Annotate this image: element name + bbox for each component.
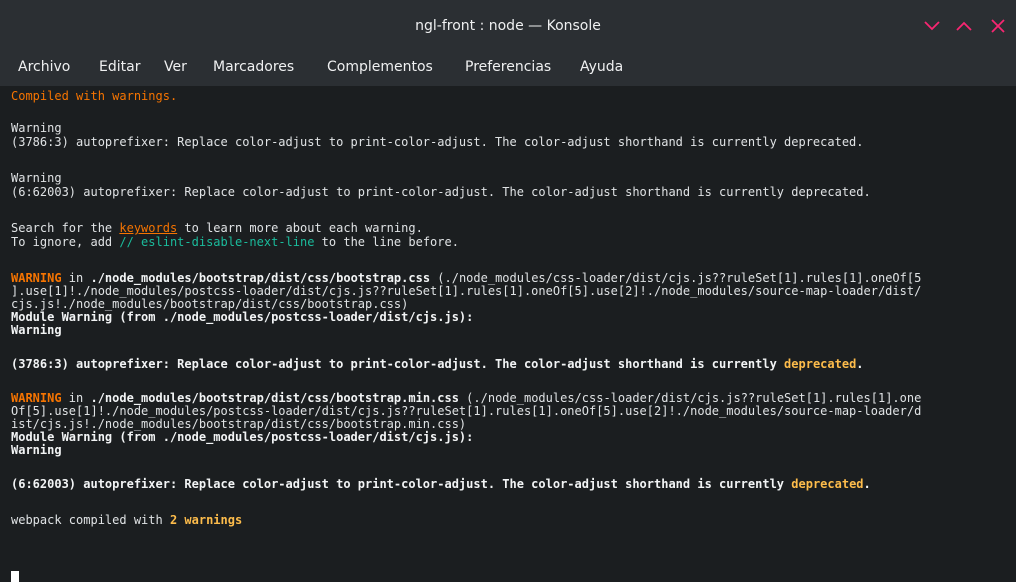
warning-count: 2 warnings <box>169 513 243 527</box>
module-warning-2: Module Warning (from ./node_modules/post… <box>11 430 474 444</box>
bootstrap-css-file: ./node_modules/bootstrap/dist/css/bootst… <box>90 271 431 285</box>
eslint-comment: // eslint-disable-next-line <box>119 235 315 249</box>
compiled-warnings-line: Compiled with warnings. <box>11 89 178 103</box>
in-word: in <box>61 271 91 285</box>
period-1: . <box>856 357 864 371</box>
menu-archivo[interactable]: Archivo <box>18 58 70 76</box>
menu-bar: Archivo Editar Ver Marcadores Complement… <box>0 50 1016 86</box>
module-warning-1: Module Warning (from ./node_modules/post… <box>11 310 474 324</box>
warning-header-1: Warning <box>11 121 62 135</box>
autoprefixer-text-2: (6:62003) autoprefixer: Replace color-ad… <box>11 477 792 491</box>
deprecated-word-2: deprecated <box>791 477 864 491</box>
search-prefix: Search for the <box>11 221 120 235</box>
warning-text-2: (6:62003) autoprefixer: Replace color-ad… <box>11 185 871 199</box>
loader-path: (./node_modules/css-loader/dist/cjs.js??… <box>458 391 922 405</box>
module-warning-label-2: Warning <box>11 443 62 457</box>
webpack-compiled-line: webpack compiled with 2 warnings <box>11 514 242 527</box>
keywords-link[interactable]: keywords <box>119 221 177 235</box>
menu-complementos[interactable]: Complementos <box>327 58 433 76</box>
menu-preferencias[interactable]: Preferencias <box>465 58 551 76</box>
ignore-prefix: To ignore, add <box>11 235 120 249</box>
close-icon[interactable] <box>988 16 1008 36</box>
module-warning-label-1: Warning <box>11 323 62 337</box>
period-2: . <box>863 477 871 491</box>
menu-marcadores[interactable]: Marcadores <box>213 58 294 76</box>
warning-text-1: (3786:3) autoprefixer: Replace color-adj… <box>11 135 864 149</box>
title-bar[interactable]: ngl-front : node — Konsole <box>0 0 1016 50</box>
autoprefixer-message-2: (6:62003) autoprefixer: Replace color-ad… <box>11 478 871 491</box>
chevron-up-icon[interactable] <box>954 16 974 36</box>
webpack-compiled-prefix: webpack compiled with <box>11 513 170 527</box>
menu-ayuda[interactable]: Ayuda <box>580 58 623 76</box>
autoprefixer-message-1: (3786:3) autoprefixer: Replace color-adj… <box>11 358 864 371</box>
menu-ver[interactable]: Ver <box>164 58 187 76</box>
search-keywords-line: Search for the keywords to learn more ab… <box>11 222 423 235</box>
konsole-window: ngl-front : node — Konsole Archivo Edita… <box>0 0 1016 582</box>
loader-path: (./node_modules/css-loader/dist/cjs.js??… <box>430 271 922 285</box>
terminal-output[interactable]: Compiled with warnings. Warning (3786:3)… <box>0 86 1016 582</box>
menu-editar[interactable]: Editar <box>99 58 140 76</box>
deprecated-word-1: deprecated <box>784 357 857 371</box>
warning-label: WARNING <box>11 391 62 405</box>
warning-label: WARNING <box>11 271 62 285</box>
in-word: in <box>61 391 91 405</box>
terminal-cursor <box>11 571 19 582</box>
search-suffix: to learn more about each warning. <box>177 221 423 235</box>
window-title: ngl-front : node — Konsole <box>415 18 601 34</box>
ignore-line: To ignore, add // eslint-disable-next-li… <box>11 236 459 249</box>
ignore-suffix: to the line before. <box>314 235 459 249</box>
chevron-down-icon[interactable] <box>922 16 942 36</box>
bootstrap-min-css-file: ./node_modules/bootstrap/dist/css/bootst… <box>90 391 459 405</box>
autoprefixer-text-1: (3786:3) autoprefixer: Replace color-adj… <box>11 357 785 371</box>
warning-header-2: Warning <box>11 171 62 185</box>
